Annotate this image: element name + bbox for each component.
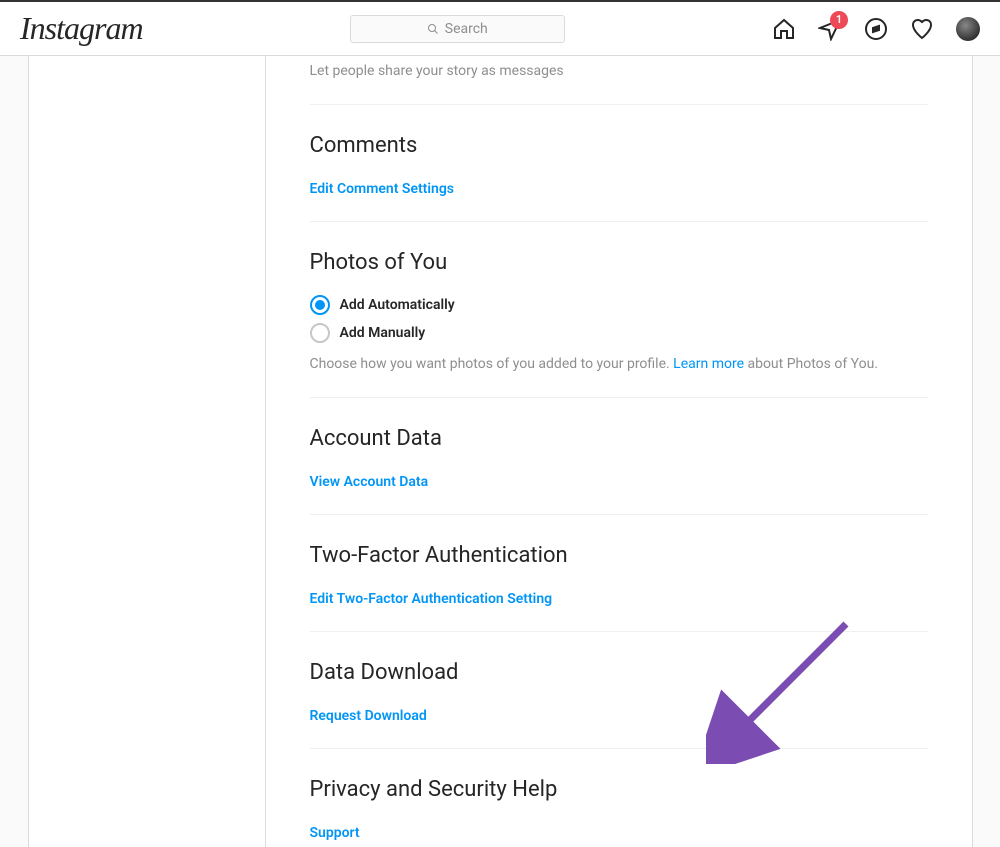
two-factor-section: Two-Factor Authentication Edit Two-Facto… bbox=[310, 515, 928, 607]
profile-avatar[interactable] bbox=[956, 17, 980, 41]
learn-more-link[interactable]: Learn more bbox=[673, 356, 744, 372]
radio-add-automatically[interactable]: Add Automatically bbox=[310, 295, 928, 315]
notification-badge: 1 bbox=[830, 11, 848, 29]
search-icon bbox=[427, 23, 439, 35]
comments-title: Comments bbox=[310, 133, 928, 158]
nav-icons: 1 bbox=[772, 17, 980, 41]
view-account-data-link[interactable]: View Account Data bbox=[310, 474, 429, 490]
settings-sidebar bbox=[29, 56, 266, 847]
data-download-title: Data Download bbox=[310, 660, 928, 685]
radio-icon bbox=[310, 323, 330, 343]
radio-add-manually[interactable]: Add Manually bbox=[310, 323, 928, 343]
comments-section: Comments Edit Comment Settings bbox=[310, 105, 928, 197]
top-nav-bar: Instagram Search 1 bbox=[0, 2, 1000, 56]
messages-icon[interactable]: 1 bbox=[818, 17, 842, 41]
radio-label-auto: Add Automatically bbox=[340, 297, 455, 313]
search-container: Search bbox=[350, 15, 565, 43]
radio-icon bbox=[310, 295, 330, 315]
request-download-link[interactable]: Request Download bbox=[310, 708, 427, 724]
two-factor-title: Two-Factor Authentication bbox=[310, 543, 928, 568]
support-link[interactable]: Support bbox=[310, 825, 360, 841]
help-prefix: Choose how you want photos of you added … bbox=[310, 356, 674, 372]
data-download-section: Data Download Request Download bbox=[310, 632, 928, 724]
search-placeholder: Search bbox=[445, 21, 488, 37]
page-wrap: Let people share your story as messages … bbox=[0, 56, 1000, 847]
photos-of-you-title: Photos of You bbox=[310, 250, 928, 275]
account-data-section: Account Data View Account Data bbox=[310, 398, 928, 490]
account-data-title: Account Data bbox=[310, 426, 928, 451]
edit-two-factor-link[interactable]: Edit Two-Factor Authentication Setting bbox=[310, 591, 553, 607]
photos-help-text: Choose how you want photos of you added … bbox=[310, 355, 928, 373]
privacy-help-section: Privacy and Security Help Support bbox=[310, 749, 928, 841]
story-share-subtext: Let people share your story as messages bbox=[310, 56, 928, 80]
search-input[interactable]: Search bbox=[350, 15, 565, 43]
activity-icon[interactable] bbox=[910, 17, 934, 41]
radio-label-manual: Add Manually bbox=[340, 325, 426, 341]
instagram-logo[interactable]: Instagram bbox=[20, 10, 143, 47]
privacy-help-title: Privacy and Security Help bbox=[310, 777, 928, 802]
explore-icon[interactable] bbox=[864, 17, 888, 41]
settings-content: Let people share your story as messages … bbox=[266, 56, 972, 847]
home-icon[interactable] bbox=[772, 17, 796, 41]
edit-comment-settings-link[interactable]: Edit Comment Settings bbox=[310, 181, 455, 197]
settings-container: Let people share your story as messages … bbox=[28, 56, 973, 847]
photos-of-you-section: Photos of You Add Automatically Add Manu… bbox=[310, 222, 928, 373]
help-suffix: about Photos of You. bbox=[744, 356, 878, 372]
